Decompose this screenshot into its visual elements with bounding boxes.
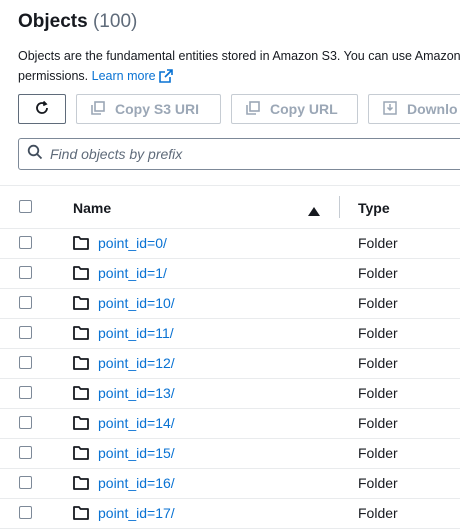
copy-url-button[interactable]: Copy URL [231, 94, 358, 124]
folder-icon [73, 326, 89, 345]
folder-icon [73, 416, 89, 435]
folder-icon [73, 266, 89, 285]
object-type: Folder [358, 355, 398, 371]
learn-more-label: Learn more [91, 69, 156, 83]
row-checkbox[interactable] [19, 386, 32, 399]
folder-icon [73, 296, 89, 315]
table-row[interactable]: point_id=11/Folder [0, 319, 460, 349]
copy-s3-uri-label: Copy S3 URI [115, 101, 200, 117]
sort-ascending-icon[interactable] [308, 203, 320, 221]
object-type: Folder [358, 265, 398, 281]
download-icon [383, 100, 397, 118]
object-type: Folder [358, 415, 398, 431]
object-name-link[interactable]: point_id=16/ [98, 475, 175, 491]
copy-icon [91, 100, 105, 118]
row-checkbox[interactable] [19, 476, 32, 489]
page-title-text: Objects [18, 11, 88, 32]
table-row[interactable]: point_id=16/Folder [0, 469, 460, 499]
table-row[interactable]: point_id=0/Folder [0, 229, 460, 259]
copy-icon [246, 100, 260, 118]
row-checkbox[interactable] [19, 506, 32, 519]
row-checkbox[interactable] [19, 236, 32, 249]
object-name-link[interactable]: point_id=13/ [98, 385, 175, 401]
object-type: Folder [358, 295, 398, 311]
folder-icon [73, 476, 89, 495]
column-divider[interactable] [339, 196, 340, 218]
table-row[interactable]: point_id=17/Folder [0, 499, 460, 529]
object-count: (100) [92, 11, 138, 32]
download-label: Downlo [407, 101, 458, 117]
column-header-type[interactable]: Type [358, 200, 390, 216]
object-name-link[interactable]: point_id=1/ [98, 265, 167, 281]
object-type: Folder [358, 445, 398, 461]
object-type: Folder [358, 475, 398, 491]
row-checkbox[interactable] [19, 266, 32, 279]
download-button[interactable]: Downlo [368, 94, 460, 124]
object-name-link[interactable]: point_id=11/ [98, 325, 174, 341]
object-type: Folder [358, 235, 398, 251]
row-checkbox[interactable] [19, 326, 32, 339]
copy-url-label: Copy URL [270, 101, 338, 117]
object-name-link[interactable]: point_id=15/ [98, 445, 175, 461]
description-line-1: Objects are the fundamental entities sto… [18, 49, 460, 63]
refresh-button[interactable] [18, 94, 66, 124]
folder-icon [73, 446, 89, 465]
object-name-link[interactable]: point_id=17/ [98, 505, 175, 521]
search-icon [27, 144, 43, 165]
row-checkbox[interactable] [19, 356, 32, 369]
column-header-name[interactable]: Name [73, 200, 111, 216]
row-checkbox[interactable] [19, 296, 32, 309]
object-name-link[interactable]: point_id=12/ [98, 355, 175, 371]
learn-more-link[interactable]: Learn more [92, 69, 173, 83]
object-name-link[interactable]: point_id=10/ [98, 295, 175, 311]
object-type: Folder [358, 385, 398, 401]
description-line-2: permissions. [18, 69, 89, 83]
search-input[interactable]: Find objects by prefix [18, 138, 460, 170]
object-name-link[interactable]: point_id=14/ [98, 415, 175, 431]
refresh-icon [34, 100, 50, 119]
row-checkbox[interactable] [19, 446, 32, 459]
select-all-checkbox[interactable] [19, 200, 32, 213]
table-row[interactable]: point_id=12/Folder [0, 349, 460, 379]
page-title: Objects (100) [18, 11, 137, 33]
object-type: Folder [358, 505, 398, 521]
copy-s3-uri-button[interactable]: Copy S3 URI [76, 94, 221, 124]
table-row[interactable]: point_id=15/Folder [0, 439, 460, 469]
table-header: Name Type [0, 185, 460, 229]
row-checkbox[interactable] [19, 416, 32, 429]
table-row[interactable]: point_id=14/Folder [0, 409, 460, 439]
object-name-link[interactable]: point_id=0/ [98, 235, 167, 251]
table-row[interactable]: point_id=10/Folder [0, 289, 460, 319]
table-row[interactable]: point_id=13/Folder [0, 379, 460, 409]
search-placeholder: Find objects by prefix [50, 146, 183, 162]
folder-icon [73, 356, 89, 375]
external-link-icon [158, 68, 173, 90]
table-row[interactable]: point_id=1/Folder [0, 259, 460, 289]
folder-icon [73, 236, 89, 255]
object-type: Folder [358, 325, 398, 341]
folder-icon [73, 386, 89, 405]
